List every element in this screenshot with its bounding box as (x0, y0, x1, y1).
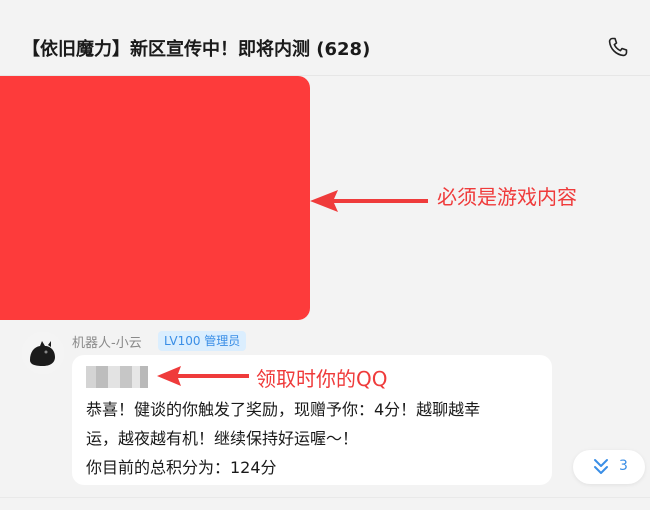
message-line: 运，越夜越有机！继续保持好运喔～！ (86, 429, 359, 448)
chat-title: 【依旧魔力】新区宣传中！即将内测 (628) (22, 39, 371, 60)
arrow-left-icon (310, 190, 428, 212)
scroll-to-new-button[interactable]: 3 (573, 450, 645, 484)
annotation-qq-hint: 领取时你的QQ (256, 367, 388, 391)
black-cat-avatar (22, 332, 64, 374)
arrow-left-icon (157, 366, 249, 386)
chat-header: 【依旧魔力】新区宣传中！即将内测 (628) (0, 0, 650, 76)
avatar[interactable] (22, 332, 64, 374)
redacted-qq (86, 366, 148, 388)
new-message-count: 3 (619, 458, 628, 474)
divider (0, 497, 650, 498)
phone-icon[interactable] (606, 35, 630, 59)
message-line: 恭喜！健谈的你触发了奖励，现赠予你：4分！越聊越幸 (86, 400, 481, 419)
role-badge: LV100 管理员 (158, 331, 247, 351)
message-line: 你目前的总积分为：124分 (86, 458, 277, 477)
annotation-game-content: 必须是游戏内容 (437, 185, 577, 209)
sender-name: 机器人-小云 (72, 336, 142, 351)
redacted-image (0, 76, 310, 320)
double-chevron-down-icon (594, 459, 608, 474)
